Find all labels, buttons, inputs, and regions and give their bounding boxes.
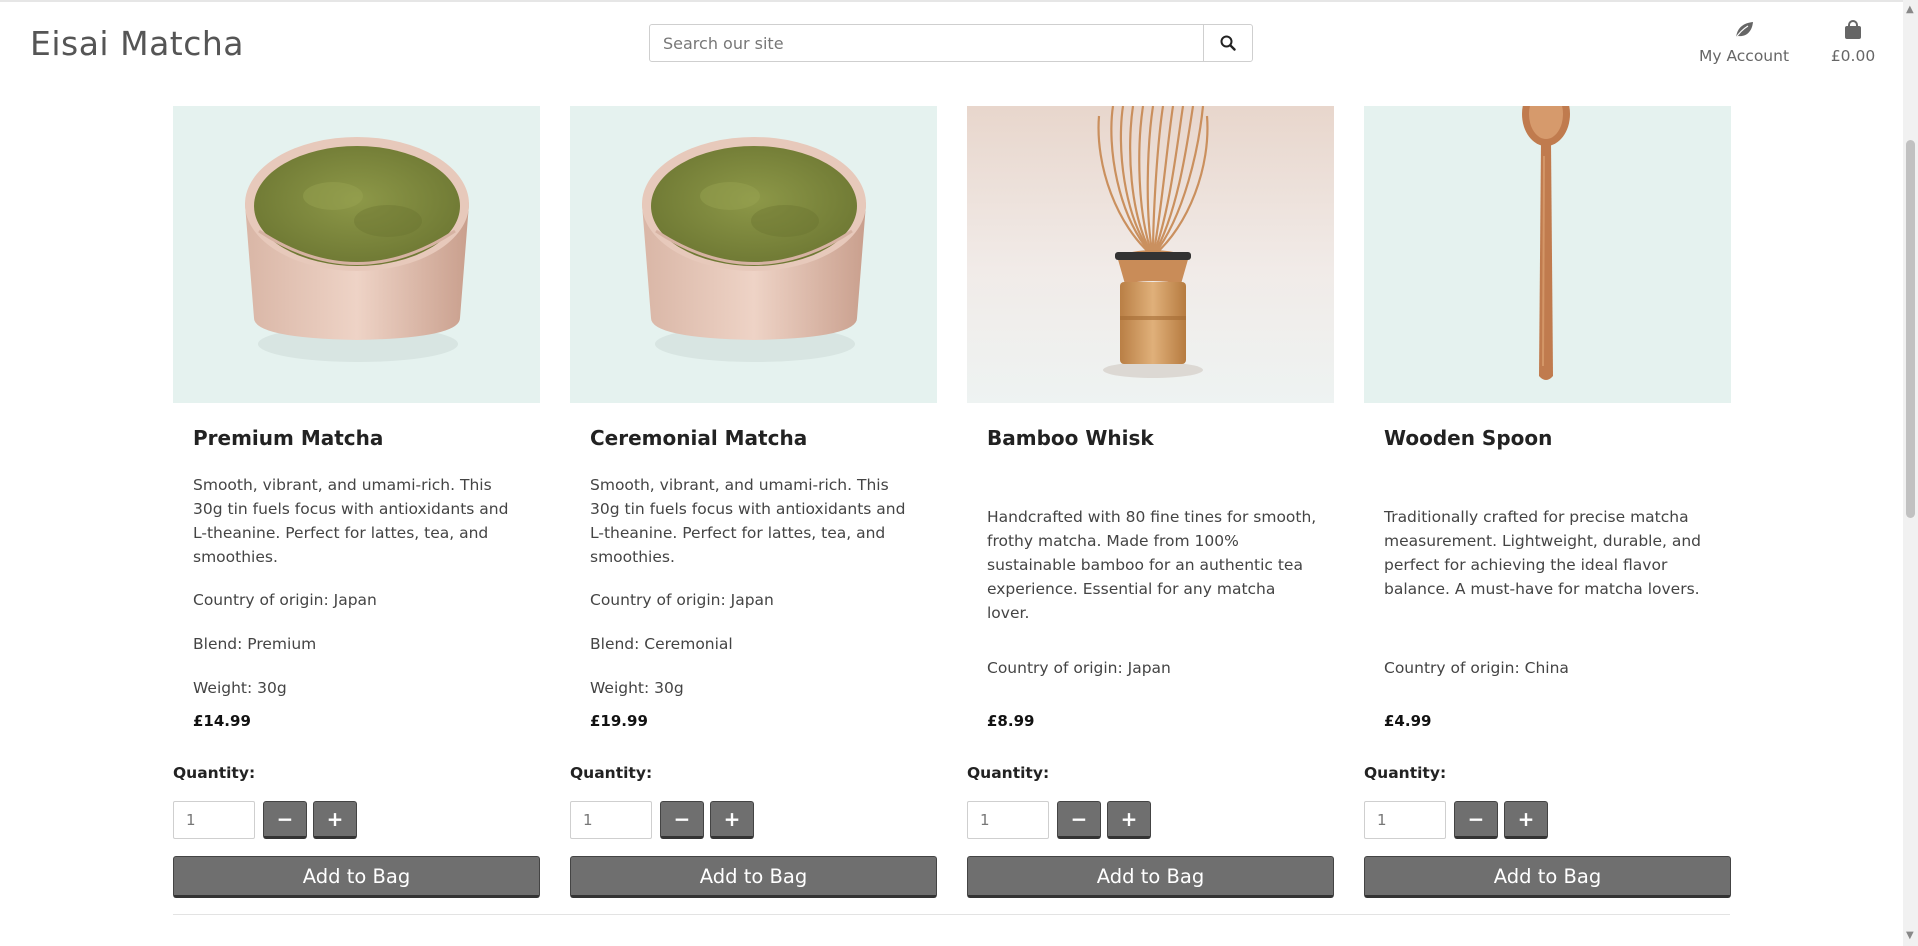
my-account-link[interactable]: My Account: [1688, 20, 1800, 65]
quantity-label: Quantity:: [1364, 764, 1447, 782]
product-blend: Blend: Premium: [193, 635, 317, 653]
product-price: £8.99: [987, 712, 1035, 730]
site-header: Eisai Matcha My Account £0.00: [0, 2, 1903, 84]
quantity-label: Quantity:: [570, 764, 653, 782]
search-icon: [1220, 35, 1236, 51]
scroll-down-arrow-icon[interactable]: ▼: [1906, 930, 1914, 941]
product-name[interactable]: Ceremonial Matcha: [590, 426, 920, 450]
product-origin: Country of origin: Japan: [987, 659, 1171, 677]
search-bar: [649, 24, 1253, 62]
decrease-quantity-button[interactable]: −: [1454, 801, 1498, 839]
increase-quantity-button[interactable]: +: [710, 801, 754, 839]
product-origin: Country of origin: Japan: [590, 591, 774, 609]
product-description: Smooth, vibrant, and umami-rich. This 30…: [193, 476, 509, 566]
product-name[interactable]: Wooden Spoon: [1384, 426, 1714, 450]
product-weight: Weight: 30g: [193, 679, 287, 697]
quantity-input[interactable]: [570, 801, 652, 839]
decrease-quantity-button[interactable]: −: [660, 801, 704, 839]
quantity-label: Quantity:: [967, 764, 1050, 782]
product-price: £19.99: [590, 712, 648, 730]
product-name[interactable]: Bamboo Whisk: [987, 426, 1317, 450]
add-to-bag-button[interactable]: Add to Bag: [173, 856, 540, 898]
add-to-bag-button[interactable]: Add to Bag: [570, 856, 937, 898]
product-card-ceremonial-matcha: Ceremonial Matcha Smooth, vibrant, and u…: [570, 106, 937, 898]
add-to-bag-button[interactable]: Add to Bag: [967, 856, 1334, 898]
product-price: £14.99: [193, 712, 251, 730]
product-origin: Country of origin: Japan: [193, 591, 377, 609]
product-weight: Weight: 30g: [590, 679, 684, 697]
product-description: Smooth, vibrant, and umami-rich. This 30…: [590, 476, 906, 566]
product-card-wooden-spoon: Wooden Spoon Traditionally crafted for p…: [1364, 106, 1731, 898]
shopping-bag-link[interactable]: £0.00: [1822, 20, 1884, 65]
search-input[interactable]: [650, 25, 1203, 61]
quantity-input[interactable]: [967, 801, 1049, 839]
bag-total: £0.00: [1830, 47, 1876, 65]
increase-quantity-button[interactable]: +: [1107, 801, 1151, 839]
product-name[interactable]: Premium Matcha: [193, 426, 523, 450]
product-image-bamboo-whisk[interactable]: [967, 106, 1334, 403]
decrease-quantity-button[interactable]: −: [1057, 801, 1101, 839]
product-price: £4.99: [1384, 712, 1432, 730]
product-description: Handcrafted with 80 fine tines for smoot…: [987, 508, 1317, 622]
leaf-icon: [1734, 22, 1753, 40]
increase-quantity-button[interactable]: +: [1504, 801, 1548, 839]
quantity-label: Quantity:: [173, 764, 256, 782]
product-image-wooden-spoon[interactable]: [1364, 106, 1731, 403]
product-image-matcha-bowl[interactable]: [570, 106, 937, 403]
section-divider: [173, 914, 1730, 915]
my-account-label: My Account: [1698, 47, 1790, 65]
scrollbar-thumb[interactable]: [1906, 140, 1915, 518]
product-blend: Blend: Ceremonial: [590, 635, 733, 653]
decrease-quantity-button[interactable]: −: [263, 801, 307, 839]
product-image-matcha-bowl[interactable]: [173, 106, 540, 403]
page-scrollbar[interactable]: ▲ ▼: [1903, 0, 1918, 946]
quantity-input[interactable]: [173, 801, 255, 839]
product-description: Traditionally crafted for precise matcha…: [1384, 508, 1702, 598]
brand-logo-text[interactable]: Eisai Matcha: [30, 24, 244, 63]
scroll-up-arrow-icon[interactable]: ▲: [1906, 4, 1914, 15]
product-card-bamboo-whisk: Bamboo Whisk Handcrafted with 80 fine ti…: [967, 106, 1334, 898]
product-card-premium-matcha: Premium Matcha Smooth, vibrant, and umam…: [173, 106, 540, 898]
shopping-bag-icon: [1845, 20, 1861, 39]
quantity-input[interactable]: [1364, 801, 1446, 839]
increase-quantity-button[interactable]: +: [313, 801, 357, 839]
product-origin: Country of origin: China: [1384, 659, 1569, 677]
search-button[interactable]: [1203, 25, 1252, 61]
add-to-bag-button[interactable]: Add to Bag: [1364, 856, 1731, 898]
